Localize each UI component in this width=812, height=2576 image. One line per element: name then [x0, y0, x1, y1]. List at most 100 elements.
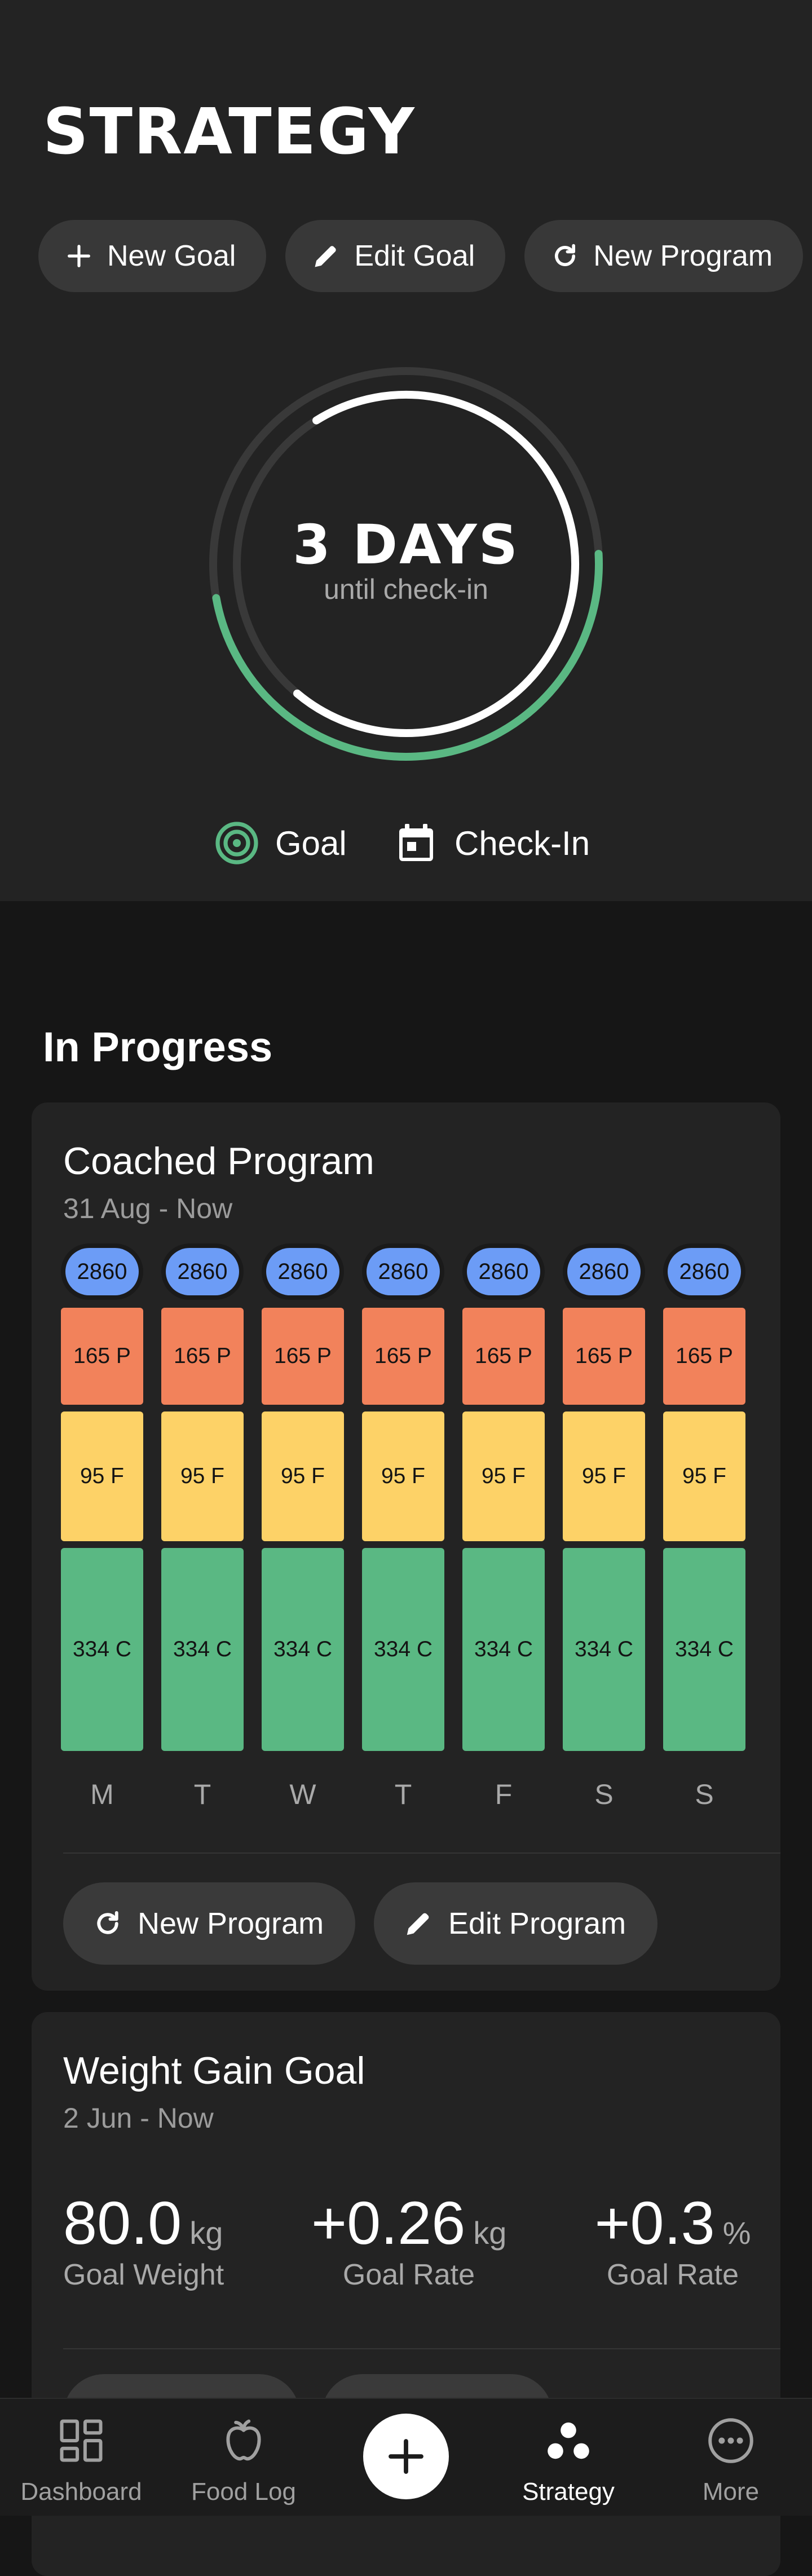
- protein-block: 165 P: [61, 1308, 143, 1405]
- day-column: 2860 165 P 95 F 334 C S: [563, 1243, 645, 1810]
- new-program-button[interactable]: New Program: [63, 1882, 356, 1965]
- ring-legend: Goal Check-In: [0, 818, 812, 868]
- nav-label: More: [702, 2478, 760, 2506]
- fat-block: 95 F: [262, 1411, 344, 1541]
- program-title: Coached Program: [63, 1140, 374, 1183]
- carbs-block: 334 C: [663, 1548, 745, 1751]
- goal-weight-stat: 80.0 kg Goal Weight: [63, 2193, 224, 2292]
- program-date-range: 31 Aug - Now: [63, 1193, 233, 1224]
- kcal-value: 2860: [266, 1248, 339, 1295]
- goal-rate-percent-stat: +0.3% Goal Rate: [590, 2193, 756, 2292]
- legend-goal-label: Goal: [275, 824, 347, 862]
- strategy-icon: [548, 2422, 589, 2459]
- page-title: STRATEGY: [43, 95, 416, 169]
- coached-program-card[interactable]: Coached Program 31 Aug - Now 2860 165 P 95…: [32, 1102, 780, 1991]
- day-column: 2860 165 P 95 F 334 C W: [262, 1243, 344, 1810]
- stat-unit: %: [722, 2215, 751, 2251]
- stat-label: Goal Rate: [342, 2259, 475, 2291]
- nav-more[interactable]: More: [650, 2399, 812, 2517]
- legend-checkin-label: Check-In: [454, 824, 590, 862]
- program-day-columns: 2860 165 P 95 F 334 C M 2860 165 P 95 F 334 C T 28…: [61, 1243, 751, 1810]
- protein-block: 165 P: [362, 1308, 444, 1405]
- fat-block: 95 F: [61, 1411, 143, 1541]
- goal-date-range: 2 Jun - Now: [63, 2102, 214, 2134]
- stat-label: Goal Weight: [63, 2259, 224, 2291]
- checkin-ring: 3 DAYS until check-in: [208, 365, 604, 762]
- kcal-value: 2860: [367, 1248, 440, 1295]
- new-program-chip-label: New Program: [593, 240, 773, 272]
- legend-goal: Goal: [214, 818, 347, 868]
- card-divider: [63, 1852, 780, 1854]
- kcal-pill: 2860: [61, 1243, 143, 1300]
- card-divider: [63, 2348, 780, 2349]
- edit-goal-button[interactable]: Edit Goal: [285, 220, 506, 292]
- stat-unit: kg: [473, 2215, 507, 2251]
- fat-block: 95 F: [663, 1411, 745, 1541]
- goal-rate-kg-stat: +0.26 kg Goal Rate: [311, 2193, 506, 2292]
- kcal-value: 2860: [65, 1248, 139, 1295]
- plus-icon: [68, 245, 90, 267]
- stat-value: 80.0 kg: [63, 2193, 224, 2253]
- stat-number: +0.26: [311, 2189, 466, 2257]
- goal-title: Weight Gain Goal: [63, 2049, 365, 2092]
- kcal-pill: 2860: [161, 1243, 244, 1300]
- fat-block: 95 F: [462, 1411, 545, 1541]
- kcal-value: 2860: [668, 1248, 741, 1295]
- dashboard-icon: [60, 2419, 103, 2462]
- protein-block: 165 P: [563, 1308, 645, 1405]
- day-letter: F: [495, 1779, 513, 1810]
- stat-value: +0.26 kg: [311, 2193, 506, 2253]
- target-icon: [215, 822, 258, 864]
- refresh-icon: [555, 244, 576, 266]
- day-column: 2860 165 P 95 F 334 C T: [362, 1243, 444, 1810]
- stat-number: 80.0: [63, 2189, 182, 2257]
- day-letter: S: [695, 1779, 714, 1810]
- day-letter: T: [394, 1779, 412, 1810]
- kcal-pill: 2860: [262, 1243, 344, 1300]
- new-program-chip[interactable]: New Program: [524, 220, 804, 292]
- edit-program-label: Edit Program: [448, 1907, 626, 1940]
- carbs-block: 334 C: [262, 1548, 344, 1751]
- action-chip-row[interactable]: New Goal Edit Goal New Program: [38, 220, 812, 292]
- fat-block: 95 F: [362, 1411, 444, 1541]
- pencil-icon: [315, 246, 337, 267]
- nav-strategy[interactable]: Strategy: [487, 2399, 650, 2517]
- edit-goal-label: Edit Goal: [354, 240, 475, 272]
- day-column: 2860 165 P 95 F 334 C M: [61, 1243, 143, 1810]
- nav-label: Dashboard: [20, 2478, 142, 2506]
- strategy-header: STRATEGY New Goal Edit Goal New Program …: [0, 0, 812, 901]
- day-column: 2860 165 P 95 F 334 C S: [663, 1243, 745, 1810]
- edit-program-button[interactable]: Edit Program: [374, 1882, 658, 1965]
- nav-label: Food Log: [191, 2478, 296, 2506]
- day-letter: W: [289, 1779, 316, 1810]
- day-letter: S: [594, 1779, 614, 1810]
- kcal-pill: 2860: [663, 1243, 745, 1300]
- day-letter: T: [193, 1779, 211, 1810]
- protein-block: 165 P: [462, 1308, 545, 1405]
- stat-value: +0.3%: [590, 2193, 756, 2253]
- new-program-label: New Program: [138, 1907, 324, 1940]
- protein-block: 165 P: [161, 1308, 244, 1405]
- kcal-pill: 2860: [462, 1243, 545, 1300]
- carbs-block: 334 C: [61, 1548, 143, 1751]
- nav-dashboard[interactable]: Dashboard: [0, 2399, 162, 2517]
- more-icon: [708, 2418, 753, 2463]
- carbs-block: 334 C: [462, 1548, 545, 1751]
- new-goal-button[interactable]: New Goal: [38, 220, 267, 292]
- day-column: 2860 165 P 95 F 334 C T: [161, 1243, 244, 1810]
- day-column: 2860 165 P 95 F 334 C F: [462, 1243, 545, 1810]
- days-until-checkin: 3 DAYS: [293, 513, 519, 576]
- kcal-pill: 2860: [563, 1243, 645, 1300]
- kcal-pill: 2860: [362, 1243, 444, 1300]
- stat-number: +0.3: [594, 2189, 715, 2257]
- refresh-icon: [97, 1911, 118, 1934]
- stat-label: Goal Rate: [606, 2259, 739, 2291]
- kcal-value: 2860: [567, 1248, 641, 1295]
- add-entry-button[interactable]: [363, 2414, 449, 2499]
- pencil-icon: [407, 1913, 429, 1935]
- legend-checkin: Check-In: [394, 818, 590, 868]
- nav-food-log[interactable]: Food Log: [162, 2399, 325, 2517]
- stat-unit: kg: [189, 2215, 223, 2251]
- day-letter: M: [90, 1779, 114, 1810]
- calendar-icon: [399, 824, 433, 861]
